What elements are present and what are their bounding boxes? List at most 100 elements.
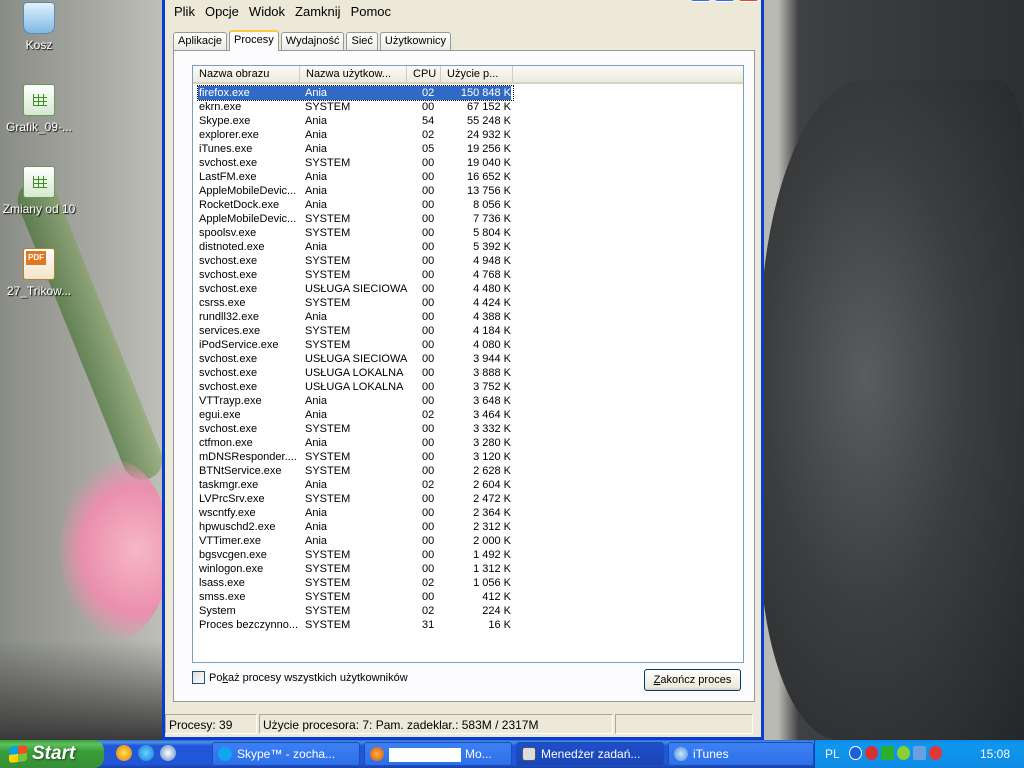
table-row[interactable]: ctfmon.exe Ania 00 3 280 K	[198, 436, 743, 450]
table-row[interactable]: VTTimer.exe Ania 00 2 000 K	[198, 534, 743, 548]
start-button[interactable]: Start	[0, 740, 104, 768]
table-row[interactable]: LastFM.exe Ania 00 16 652 K	[198, 170, 743, 184]
process-name: distnoted.exe	[199, 241, 265, 253]
process-cpu: 00	[422, 255, 435, 267]
table-row[interactable]: mDNSResponder.... SYSTEM 00 3 120 K	[198, 450, 743, 464]
app-icon[interactable]	[160, 745, 176, 761]
tab-siec[interactable]: Sieć	[346, 32, 378, 50]
table-row[interactable]: svchost.exe USŁUGA SIECIOWA 00 4 480 K	[198, 282, 743, 296]
table-row[interactable]: spoolsv.exe SYSTEM 00 5 804 K	[198, 226, 743, 240]
process-name: svchost.exe	[199, 423, 258, 435]
wallpaper-shadow	[0, 640, 165, 740]
taskbar-button-itunes[interactable]: iTunes	[668, 742, 814, 766]
table-row[interactable]: smss.exe SYSTEM 00 412 K	[198, 590, 743, 604]
menu-plik[interactable]: Plik	[169, 4, 200, 19]
process-cpu: 05	[422, 143, 435, 155]
table-row[interactable]: hpwuschd2.exe Ania 00 2 312 K	[198, 520, 743, 534]
process-name: spoolsv.exe	[199, 227, 257, 239]
table-row[interactable]: svchost.exe SYSTEM 00 19 040 K	[198, 156, 743, 170]
taskbar-button-firefox[interactable]: Mo...	[364, 742, 512, 766]
process-name: iPodService.exe	[199, 339, 279, 351]
table-row[interactable]: firefox.exe Ania 02 150 848 K	[197, 85, 514, 101]
table-row[interactable]: VTTrayp.exe Ania 00 3 648 K	[198, 394, 743, 408]
process-name: ctfmon.exe	[199, 437, 253, 449]
taskbar-button-task-manager[interactable]: Menedżer zadań...	[516, 742, 664, 766]
table-row[interactable]: taskmgr.exe Ania 02 2 604 K	[198, 478, 743, 492]
show-all-checkbox[interactable]	[192, 671, 205, 684]
tab-procesy[interactable]: Procesy	[229, 30, 279, 51]
process-user: SYSTEM	[305, 591, 351, 603]
status-extra	[615, 714, 753, 734]
table-row[interactable]: ekrn.exe SYSTEM 00 67 152 K	[198, 100, 743, 114]
taskbar-button-skype[interactable]: Skype™ - zocha...	[212, 742, 360, 766]
table-row[interactable]: System SYSTEM 02 224 K	[198, 604, 743, 618]
table-row[interactable]: wscntfy.exe Ania 00 2 364 K	[198, 506, 743, 520]
language-indicator[interactable]: PL	[825, 740, 840, 768]
table-row[interactable]: svchost.exe SYSTEM 00 3 332 K	[198, 422, 743, 436]
list-header: Nazwa obrazu Nazwa użytkow... CPU Użycie…	[193, 66, 743, 84]
table-row[interactable]: svchost.exe USŁUGA LOKALNA 00 3 752 K	[198, 380, 743, 394]
table-row[interactable]: svchost.exe SYSTEM 00 4 768 K	[198, 268, 743, 282]
tab-uzytkownicy[interactable]: Użytkownicy	[379, 32, 452, 50]
table-row[interactable]: svchost.exe SYSTEM 00 4 948 K	[198, 254, 743, 268]
table-row[interactable]: RocketDock.exe Ania 00 8 056 K	[198, 198, 743, 212]
task-manager-window: Plik Opcje Widok Zamknij Pomoc Aplikacje…	[162, 0, 764, 740]
tray-expand-icon[interactable]	[849, 746, 862, 760]
desktop-icon-pdf[interactable]: 27_Trikow...	[0, 248, 78, 298]
process-memory: 24 932 K	[466, 129, 511, 141]
column-cpu[interactable]: CPU	[407, 66, 441, 82]
table-row[interactable]: Proces bezczynno... SYSTEM 31 16 K	[198, 618, 743, 632]
process-memory: 3 888 K	[473, 367, 511, 379]
table-row[interactable]: AppleMobileDevic... Ania 00 13 756 K	[198, 184, 743, 198]
menu-opcje[interactable]: Opcje	[200, 4, 244, 19]
process-memory: 13 756 K	[466, 185, 511, 197]
table-row[interactable]: svchost.exe USŁUGA SIECIOWA 00 3 944 K	[198, 352, 743, 366]
tray-status-icon[interactable]	[881, 746, 894, 760]
process-cpu: 02	[419, 86, 445, 100]
table-row[interactable]: BTNtService.exe SYSTEM 00 2 628 K	[198, 464, 743, 478]
column-user-name[interactable]: Nazwa użytkow...	[300, 66, 407, 82]
table-row[interactable]: svchost.exe USŁUGA LOKALNA 00 3 888 K	[198, 366, 743, 380]
sun-icon[interactable]	[116, 745, 132, 761]
table-row[interactable]: iTunes.exe Ania 05 19 256 K	[198, 142, 743, 156]
table-row[interactable]: Skype.exe Ania 54 55 248 K	[198, 114, 743, 128]
menu-pomoc[interactable]: Pomoc	[346, 4, 396, 19]
process-list[interactable]: Nazwa obrazu Nazwa użytkow... CPU Użycie…	[192, 65, 744, 663]
table-row[interactable]: iPodService.exe SYSTEM 00 4 080 K	[198, 338, 743, 352]
recycle-bin-icon	[23, 2, 55, 34]
process-name: RocketDock.exe	[199, 199, 280, 211]
table-row[interactable]: egui.exe Ania 02 3 464 K	[198, 408, 743, 422]
process-memory: 55 248 K	[466, 115, 511, 127]
column-image-name[interactable]: Nazwa obrazu	[193, 66, 300, 82]
skype-icon[interactable]	[138, 745, 154, 761]
show-all-processes[interactable]: Pokaż procesy wszystkich użytkowników	[192, 671, 408, 684]
desktop-icon-label: Kosz	[25, 38, 53, 52]
end-process-button[interactable]: Zakończ proces	[644, 669, 741, 691]
tab-aplikacje[interactable]: Aplikacje	[173, 32, 228, 50]
table-row[interactable]: services.exe SYSTEM 00 4 184 K	[198, 324, 743, 338]
desktop-icon-recycle-bin[interactable]: Kosz	[0, 2, 78, 52]
desktop-icon-zmiany[interactable]: Zmiany od 10	[0, 166, 78, 216]
process-name: AppleMobileDevic...	[199, 185, 297, 197]
tab-wydajnosc[interactable]: Wydajność	[280, 32, 345, 50]
column-mem-usage[interactable]: Użycie p...	[441, 66, 513, 82]
menu-widok[interactable]: Widok	[244, 4, 290, 19]
menu-zamknij[interactable]: Zamknij	[290, 4, 346, 19]
table-row[interactable]: lsass.exe SYSTEM 02 1 056 K	[198, 576, 743, 590]
table-row[interactable]: explorer.exe Ania 02 24 932 K	[198, 128, 743, 142]
table-row[interactable]: distnoted.exe Ania 00 5 392 K	[198, 240, 743, 254]
process-cpu: 00	[422, 367, 435, 379]
tray-antivirus-icon[interactable]	[865, 746, 878, 760]
table-row[interactable]: AppleMobileDevic... SYSTEM 00 7 736 K	[198, 212, 743, 226]
table-row[interactable]: bgsvcgen.exe SYSTEM 00 1 492 K	[198, 548, 743, 562]
table-row[interactable]: csrss.exe SYSTEM 00 4 424 K	[198, 296, 743, 310]
table-row[interactable]: winlogon.exe SYSTEM 00 1 312 K	[198, 562, 743, 576]
process-user: Ania	[305, 86, 419, 100]
tray-network-icon[interactable]	[913, 746, 926, 760]
table-row[interactable]: LVPrcSrv.exe SYSTEM 00 2 472 K	[198, 492, 743, 506]
table-row[interactable]: rundll32.exe Ania 00 4 388 K	[198, 310, 743, 324]
desktop-icon-grafik[interactable]: Grafik_09-...	[0, 84, 78, 134]
tray-check-icon[interactable]	[897, 746, 910, 760]
tray-security-icon[interactable]	[929, 746, 942, 760]
process-memory: 3 464 K	[473, 409, 511, 421]
